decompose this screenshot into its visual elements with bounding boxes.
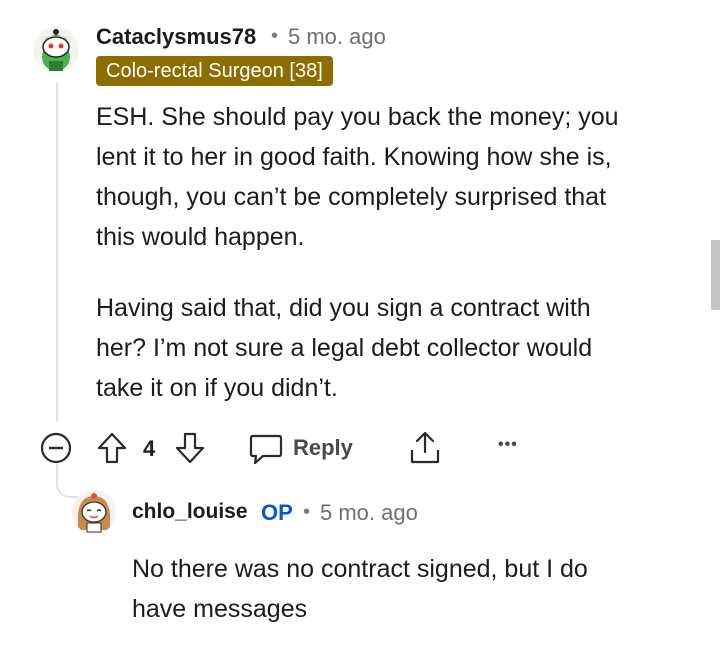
thread-line [56, 82, 58, 422]
downvote-arrow-icon [175, 432, 205, 464]
collapse-button[interactable] [40, 432, 72, 469]
comment-line: lent it to her in good faith. Knowing ho… [96, 143, 612, 171]
meta-separator: • [303, 501, 311, 523]
scrollbar-thumb[interactable] [711, 240, 720, 310]
reply-button[interactable]: Reply [249, 431, 359, 467]
comment-age: 5 mo. ago [288, 24, 386, 49]
comment-line: ESH. She should pay you back the money; … [96, 103, 619, 131]
share-button[interactable] [408, 430, 442, 471]
vote-count: 4 [143, 436, 156, 461]
meta-separator: • [271, 25, 279, 47]
reply-line: have messages [132, 595, 308, 623]
reply-line: No there was no contract signed, but I d… [132, 555, 588, 583]
reply-user-avatar[interactable] [72, 490, 116, 534]
comment-line: take it on if you didn’t. [96, 374, 338, 402]
op-badge: OP [261, 500, 293, 525]
comment-line: her? I’m not sure a legal debt collector… [96, 334, 593, 362]
upvote-arrow-icon [97, 432, 127, 464]
upvote-button[interactable] [96, 431, 128, 470]
user-flair: Colo-rectal Surgeon [38] [96, 56, 333, 86]
downvote-button[interactable] [174, 431, 206, 470]
reply-username[interactable]: chlo_louise [132, 500, 248, 524]
reply-body: No there was no contract signed, but I d… [132, 549, 588, 629]
comment-username[interactable]: Cataclysmus78 [96, 24, 256, 50]
collapse-icon [40, 432, 72, 464]
comment-paragraph-2: Having said that, did you sign a contrac… [96, 288, 592, 408]
comment-paragraph-1: ESH. She should pay you back the money; … [96, 97, 619, 257]
user-avatar[interactable] [33, 27, 79, 73]
comment-line: though, you can’t be completely surprise… [96, 183, 607, 211]
comment-line: Having said that, did you sign a contrac… [96, 294, 591, 322]
reply-label: Reply [293, 435, 353, 460]
reply-bubble-icon [249, 434, 283, 465]
share-icon [410, 431, 440, 464]
snoo-avatar-icon [42, 29, 70, 71]
comment-line: this would happen. [96, 223, 305, 251]
reply-age: 5 mo. ago [320, 500, 418, 525]
more-options-button[interactable]: ••• [498, 436, 518, 454]
snoo-avatar-icon [78, 493, 110, 533]
